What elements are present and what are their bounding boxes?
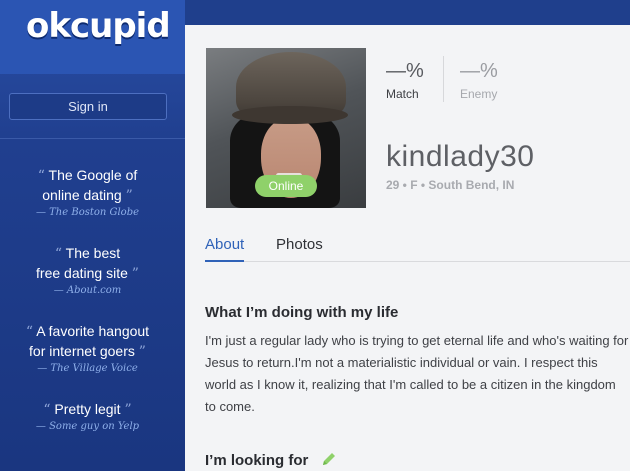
close-quote-icon: ” <box>125 188 133 204</box>
press-quote: “ Pretty legit ” — Some guy on Yelp <box>0 400 175 432</box>
tab-photos[interactable]: Photos <box>276 236 323 260</box>
quote-text-line1: The best <box>65 245 121 261</box>
close-quote-icon: ” <box>138 344 146 360</box>
quote-text-line1: A favorite hangout <box>36 323 150 339</box>
close-quote-icon: ” <box>124 402 132 418</box>
open-quote-icon: “ <box>37 168 45 184</box>
online-badge: Online <box>255 175 317 197</box>
profile-tabs: About Photos <box>205 236 630 262</box>
section-title-doing: What I’m doing with my life <box>205 304 399 321</box>
stat-divider <box>443 56 444 102</box>
profile-details: 29 • F • South Bend, IN <box>386 178 515 192</box>
quote-text-line2: free dating site <box>36 265 128 281</box>
section-body-doing: I'm just a regular lady who is trying to… <box>205 333 629 414</box>
sidebar-divider <box>0 138 185 139</box>
okcupid-logo[interactable]: okcupid <box>26 6 171 46</box>
quote-source: — About.com <box>53 285 122 296</box>
close-quote-icon: ” <box>131 266 139 282</box>
quote-text-line1: The Google of <box>48 167 138 183</box>
sidebar: okcupid Sign in “ The Google of online d… <box>0 0 185 471</box>
quote-text-line2: for internet goers <box>29 343 135 359</box>
open-quote-icon: “ <box>54 246 63 262</box>
open-quote-icon: “ <box>25 324 34 340</box>
quote-source: — The Boston Globe <box>35 207 140 218</box>
quote-source: — The Village Voice <box>37 363 138 374</box>
enemy-percent: —% <box>460 60 498 82</box>
tab-about[interactable]: About <box>205 236 245 262</box>
profile-username: kindlady30 <box>386 140 535 173</box>
section-title-looking: I’m looking for <box>205 452 309 469</box>
press-quote: “ The best free dating site ” — About.co… <box>0 244 175 296</box>
match-label: Match <box>386 87 419 101</box>
quote-text-line1: Pretty legit <box>54 401 121 417</box>
enemy-stat: —% Enemy <box>460 60 498 101</box>
open-quote-icon: “ <box>43 402 51 418</box>
match-percent: —% <box>386 60 424 82</box>
press-quote: “ A favorite hangout for internet goers … <box>0 322 175 374</box>
enemy-label: Enemy <box>460 87 498 101</box>
press-quote: “ The Google of online dating ” — The Bo… <box>0 166 175 218</box>
match-stat: —% Match <box>386 60 424 101</box>
quote-text-line2: online dating <box>42 187 122 203</box>
quote-source: — Some guy on Yelp <box>35 421 140 432</box>
pencil-icon[interactable] <box>321 451 337 467</box>
sign-in-button[interactable]: Sign in <box>9 93 167 120</box>
